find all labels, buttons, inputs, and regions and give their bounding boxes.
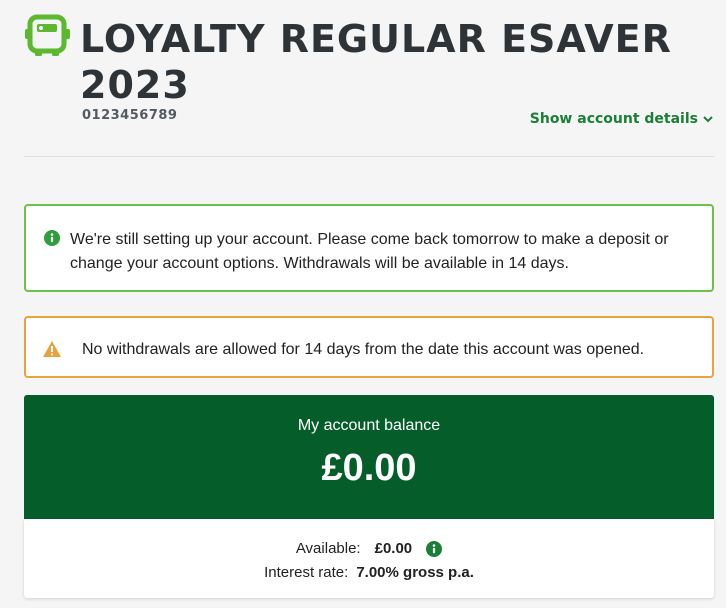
header-divider xyxy=(24,156,714,157)
warning-icon xyxy=(43,341,61,357)
balance-amount: £0.00 xyxy=(321,447,417,489)
info-icon[interactable] xyxy=(426,541,443,557)
info-icon xyxy=(44,230,60,246)
chevron-down-icon xyxy=(703,116,713,123)
page-title: LOYALTY REGULAR ESAVER 2023 xyxy=(80,17,672,107)
piggy-bank-icon xyxy=(25,14,70,56)
interest-value: 7.00% gross p.a. xyxy=(356,564,474,581)
balance-card: My account balance £0.00 Available: £0.0… xyxy=(24,395,714,598)
available-value: £0.00 xyxy=(374,540,413,557)
show-account-details-link[interactable]: Show account details xyxy=(530,111,714,127)
warning-alert: No withdrawals are allowed for 14 days f… xyxy=(24,316,714,378)
balance-details: Available: £0.00 Interest rate: 7.00% gr… xyxy=(24,519,714,598)
warning-alert-text: No withdrawals are allowed for 14 days f… xyxy=(82,341,645,358)
show-account-details-label: Show account details xyxy=(529,111,698,127)
available-label: Available: xyxy=(295,540,361,557)
account-number: 0123456789 xyxy=(82,108,178,123)
balance-label: My account balance xyxy=(297,417,441,434)
info-alert-text: We're still setting up your account. Ple… xyxy=(70,231,669,272)
interest-label: Interest rate: xyxy=(264,564,349,581)
available-row: Available: £0.00 xyxy=(24,537,714,561)
interest-row: Interest rate: 7.00% gross p.a. xyxy=(24,561,714,585)
balance-panel: My account balance £0.00 xyxy=(24,395,714,519)
info-alert: We're still setting up your account. Ple… xyxy=(24,204,714,292)
